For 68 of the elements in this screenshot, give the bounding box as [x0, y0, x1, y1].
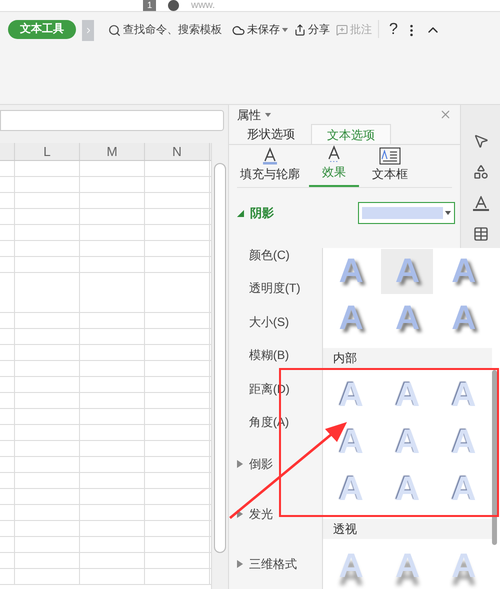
property-label: 透明度(T): [249, 280, 300, 298]
shadow-preset[interactable]: A: [325, 373, 378, 418]
gallery-group-heading: 内部: [323, 348, 492, 368]
vertical-scrollbar[interactable]: [211, 143, 228, 589]
collapsed-triangle-icon: [237, 460, 243, 468]
gallery-group-heading: 透视: [323, 519, 492, 539]
shadow-preset[interactable]: A: [438, 467, 490, 512]
save-status-button[interactable]: 未保存: [232, 20, 288, 40]
caret-icon: [445, 211, 451, 215]
shapes-icon[interactable]: [472, 164, 488, 180]
effect-category-tab[interactable]: 填充与轮廓: [237, 145, 303, 187]
caret-icon: [265, 112, 271, 117]
shadow-preset[interactable]: A: [438, 420, 490, 465]
shadow-preset[interactable]: A: [325, 544, 378, 589]
notification-count[interactable]: 1: [143, 0, 156, 11]
property-label: 大小(S): [249, 314, 289, 331]
collapsed-triangle-icon: [237, 510, 243, 518]
shadow-preset[interactable]: A: [325, 420, 378, 465]
text-style-icon[interactable]: [472, 195, 488, 211]
shadow-preset[interactable]: A: [325, 249, 378, 294]
account-name[interactable]: www.: [191, 0, 215, 11]
shadow-preset[interactable]: A: [381, 420, 434, 465]
shadow-preset[interactable]: A: [381, 373, 434, 418]
shadow-preset[interactable]: A: [438, 544, 490, 589]
formula-input[interactable]: [0, 110, 224, 131]
shadow-preset-dropdown[interactable]: [358, 202, 455, 224]
comment-icon: [336, 24, 348, 36]
search-command-field[interactable]: 查找命令、搜索模板: [108, 20, 222, 40]
section-header[interactable]: 倒影: [237, 455, 273, 473]
textbox-icon: [379, 147, 401, 165]
gallery-scroll-thumb[interactable]: [492, 370, 497, 545]
section-header[interactable]: 发光: [237, 505, 273, 523]
property-label: 颜色(C): [249, 246, 290, 264]
shadow-preset[interactable]: A: [381, 467, 434, 512]
column-header[interactable]: L: [15, 143, 80, 160]
shadow-preset[interactable]: A: [325, 467, 378, 512]
context-tab[interactable]: 文本工具: [8, 20, 76, 39]
letter-fill-icon: [261, 147, 279, 165]
property-label: 模糊(B): [249, 347, 289, 364]
share-icon: [294, 24, 306, 36]
panel-tab[interactable]: 文本选项: [311, 124, 391, 144]
shadow-preset[interactable]: A: [381, 249, 434, 294]
effect-category-tab[interactable]: 效果: [309, 145, 359, 187]
shadow-preset[interactable]: A: [438, 249, 490, 294]
scroll-thumb[interactable]: [214, 163, 226, 553]
shadow-preset[interactable]: A: [438, 373, 490, 418]
panel-title[interactable]: 属性: [237, 106, 271, 124]
expanded-triangle-icon: [237, 210, 244, 216]
share-button[interactable]: 分享: [294, 20, 330, 40]
column-header[interactable]: N: [145, 143, 210, 160]
section-header[interactable]: 三维格式: [237, 555, 297, 573]
shadow-preset[interactable]: A: [381, 296, 434, 341]
search-icon: [108, 24, 121, 36]
collapsed-triangle-icon: [237, 560, 243, 568]
shadow-preset[interactable]: A: [438, 296, 490, 341]
caret-icon: [282, 28, 288, 32]
table-icon[interactable]: [472, 226, 488, 242]
help-button[interactable]: ?: [389, 20, 398, 40]
section-header[interactable]: 阴影: [237, 204, 274, 222]
panel-tab[interactable]: 形状选项: [231, 124, 311, 144]
avatar-icon[interactable]: [168, 0, 180, 11]
pointer-icon[interactable]: [472, 133, 488, 149]
column-header[interactable]: M: [80, 143, 145, 160]
effect-category-tab[interactable]: 文本框: [365, 145, 415, 187]
shadow-preset[interactable]: A: [325, 296, 378, 341]
shadow-preset[interactable]: A: [381, 544, 434, 589]
cloud-icon: [232, 24, 245, 36]
close-icon[interactable]: [439, 108, 452, 122]
